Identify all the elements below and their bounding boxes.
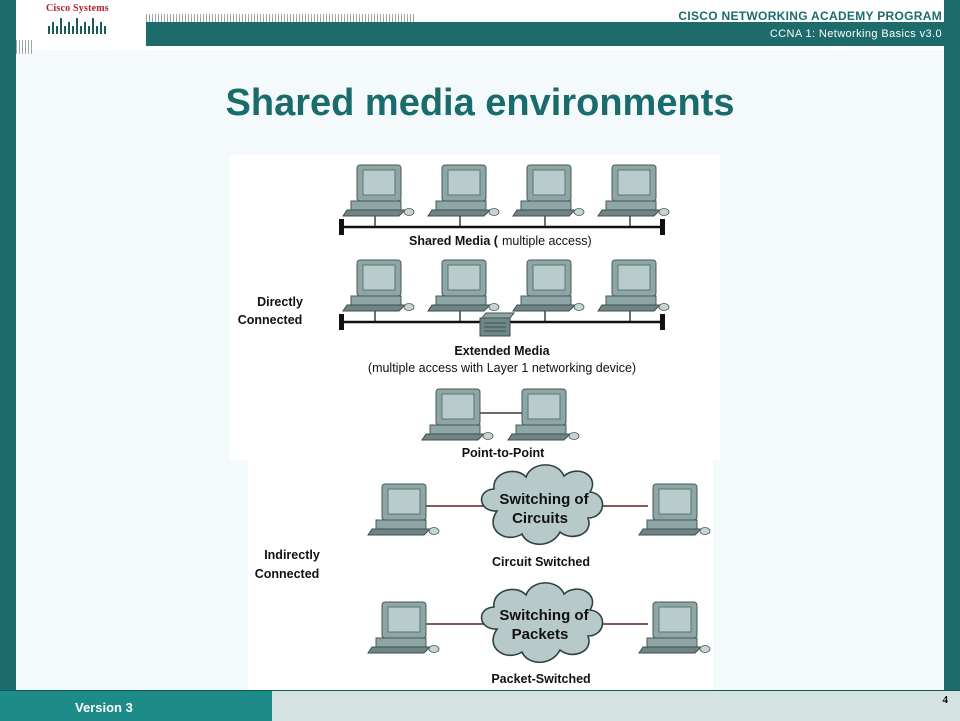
hub-icon: [479, 312, 516, 337]
point-to-point-label: Point-to-Point: [462, 446, 545, 460]
packet-cloud-line2: Packets: [512, 626, 569, 643]
footer-left-bar: [0, 690, 272, 721]
direct-label-line2: Connected: [238, 313, 303, 327]
circuit-cloud-line2: Circuits: [512, 510, 568, 527]
slide-title: Shared media environments: [225, 82, 735, 124]
circuit-switched-label: Circuit Switched: [492, 555, 590, 569]
network-diagram: Shared Media ( multiple access) Directly…: [230, 155, 720, 690]
program-title: CISCO NETWORKING ACADEMY PROGRAM: [678, 9, 942, 23]
shared-media-label-rest: multiple access): [502, 234, 592, 248]
circuit-cloud-line1: Switching of: [499, 491, 589, 508]
footer-version: Version 3: [75, 700, 133, 715]
shared-media-label-bold: Shared Media (: [409, 234, 499, 248]
page-number: 4: [942, 694, 949, 706]
indirect-label-line2: Connected: [255, 567, 320, 581]
footer-right-bar: [272, 690, 960, 721]
packet-cloud-line1: Switching of: [499, 607, 589, 624]
packet-switched-label: Packet-Switched: [491, 672, 590, 686]
course-title: CCNA 1: Networking Basics v3.0: [769, 28, 942, 40]
logo-bars-icon: [48, 18, 106, 34]
logo-text: Cisco Systems: [46, 3, 109, 14]
left-decor-stripe: [16, 40, 32, 54]
extended-media-sublabel: (multiple access with Layer 1 networking…: [368, 361, 636, 375]
extended-media-label: Extended Media: [454, 344, 550, 358]
cisco-logo: Cisco Systems: [40, 0, 120, 42]
header-decor-stripe: [146, 14, 414, 22]
direct-label-line1: Directly: [257, 295, 303, 309]
indirect-label-line1: Indirectly: [264, 548, 320, 562]
